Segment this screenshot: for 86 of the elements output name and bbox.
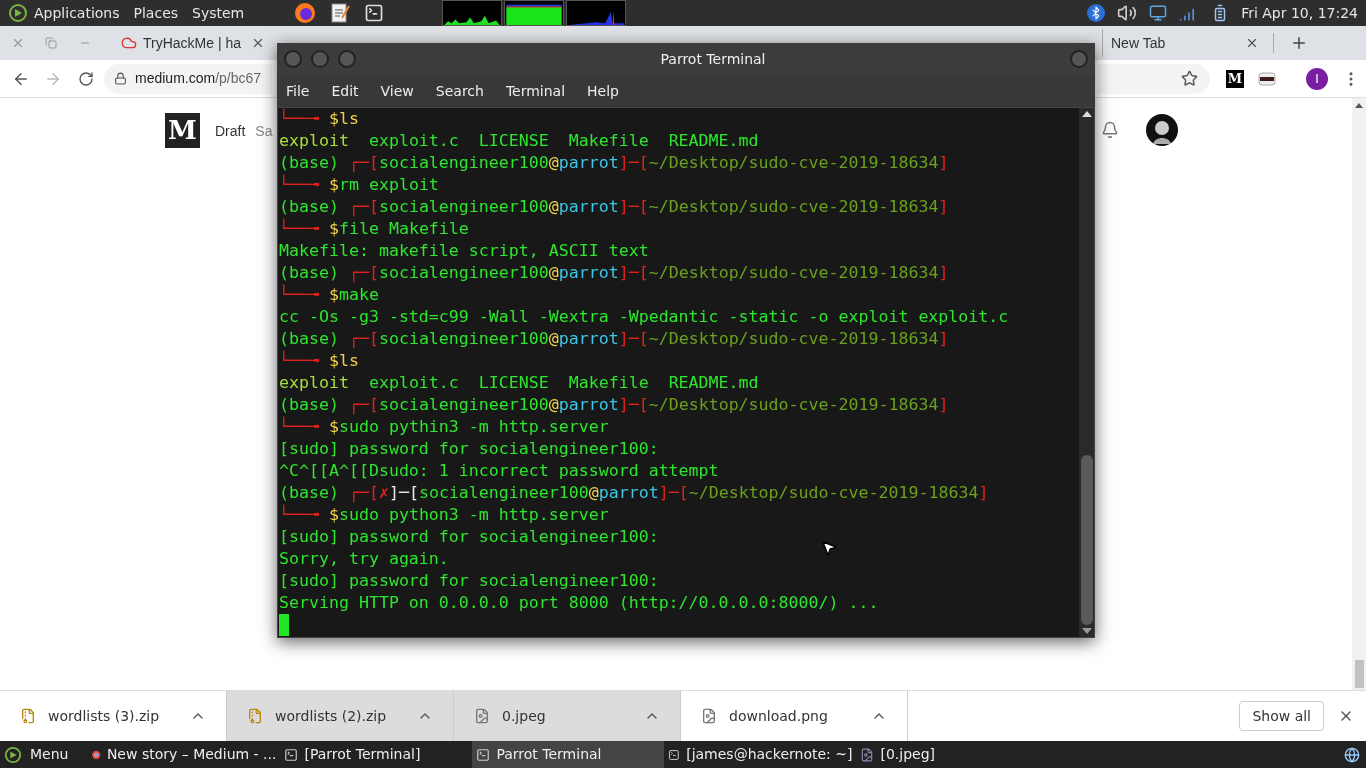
terminal-line: ^C^[[A^[[Dsudo: 1 incorrect password attempt [279, 460, 719, 482]
panel-menu[interactable]: Places [133, 2, 179, 24]
terminal-icon[interactable] [364, 3, 385, 23]
parrot-logo-icon[interactable] [8, 3, 28, 23]
draft-label: Draft [215, 122, 246, 141]
saved-label: Sa [255, 122, 273, 141]
close-tab-icon[interactable] [251, 36, 265, 50]
archive-file-icon [20, 708, 36, 724]
medium-logo[interactable]: M [165, 113, 200, 148]
mouse-pointer-icon [820, 539, 838, 557]
terminal-line: Serving HTTP on 0.0.0.0 port 8000 (http://0.0.0.0:8000/) ... [279, 592, 879, 614]
terminal-line: (base) ┌─[socialengineer100@parrot]─[~/Desktop/sudo-cve-2019-18634] [279, 328, 949, 350]
terminal-line: (base) ┌─[socialengineer100@parrot]─[~/Desktop/sudo-cve-2019-18634] [279, 152, 949, 174]
terminal-line: └──╼ $sudo pythin3 -m http.server [279, 416, 609, 438]
image-file-icon [701, 708, 717, 724]
terminal-line: [sudo] password for socialengineer100: [279, 438, 659, 460]
terminal-scrollbar[interactable] [1079, 108, 1094, 637]
panel-menu[interactable]: Applications [34, 2, 120, 24]
terminal-line: cc -Os -g3 -std=c99 -Wall -Wextra -Wpedantic -static -o exploit exploit.c [279, 306, 1009, 328]
activity-graph-icon [566, 0, 627, 26]
terminal-icon [476, 747, 491, 762]
show-all-button[interactable]: Show all [1239, 701, 1324, 731]
archive-file-icon [247, 708, 263, 724]
address-field-end[interactable] [1098, 63, 1210, 94]
menu-item[interactable]: Terminal [505, 80, 566, 102]
menu-item[interactable]: Help [587, 80, 619, 102]
text-cursor [279, 614, 289, 636]
terminal-line: └──╼ $sudo python3 -m http.server [279, 504, 609, 526]
page-scrollbar[interactable] [1352, 98, 1366, 690]
browser-tab[interactable]: TryHackMe | ha [113, 29, 273, 57]
volume-icon[interactable] [1117, 3, 1138, 23]
reload-icon[interactable] [78, 70, 94, 87]
menu-item[interactable]: Search [435, 80, 484, 102]
bookmark-star-icon[interactable] [1181, 70, 1198, 87]
firefox-icon[interactable] [294, 2, 317, 24]
terminal-line: exploit exploit.c LICENSE Makefile README.md [279, 130, 759, 152]
activity-graph-icon [504, 0, 565, 26]
terminal-line: └──╼ $ls [279, 350, 359, 372]
new-tab-icon[interactable] [1290, 34, 1308, 52]
mask-extension-icon[interactable] [1258, 71, 1276, 86]
taskbar-window[interactable]: [Parrot Terminal] [280, 741, 473, 768]
close-tab-icon[interactable] [1245, 36, 1259, 50]
cloud-icon [121, 35, 137, 51]
download-item[interactable]: wordlists (2).zip [227, 691, 454, 741]
network-icon[interactable] [1344, 746, 1360, 763]
notification-bell-icon[interactable] [1101, 121, 1119, 139]
taskbar-window[interactable]: New story – Medium - ... [88, 741, 281, 768]
terminal-line: exploit exploit.c LICENSE Makefile README.md [279, 372, 759, 394]
menu-item[interactable]: View [380, 80, 414, 102]
text-editor-icon[interactable] [330, 2, 351, 24]
panel-menu[interactable]: System [192, 2, 245, 24]
terminal-line: └──╼ $rm exploit [279, 174, 439, 196]
terminal-line: (base) ┌─[socialengineer100@parrot]─[~/Desktop/sudo-cve-2019-18634] [279, 394, 949, 416]
terminal-line: (base) ┌─[socialengineer100@parrot]─[~/Desktop/sudo-cve-2019-18634] [279, 262, 949, 284]
image-icon [860, 747, 875, 762]
image-file-icon [474, 708, 490, 724]
terminal-icon [284, 747, 299, 762]
network-icon[interactable] [1149, 4, 1168, 22]
taskbar-window[interactable]: [0.jpeg] [856, 741, 1049, 768]
menu-label[interactable]: Menu [30, 744, 69, 765]
browser-tab[interactable]: New Tab [1102, 29, 1267, 57]
activity-graph-icon [442, 0, 503, 26]
terminal-line: └──╼ $ls [279, 108, 359, 130]
profile-avatar[interactable]: I [1306, 67, 1328, 90]
terminal-line: Makefile: makefile script, ASCII text [279, 240, 649, 262]
extension-logo[interactable]: M [1226, 69, 1244, 88]
taskbar-window[interactable]: [james@hackernote: ~] [664, 741, 857, 768]
terminal-line: (base) ┌─[✗]─[socialengineer100@parrot]─[~/Desktop/sudo-cve-2019-18634] [279, 482, 989, 504]
terminal-line: [sudo] password for socialengineer100: [279, 570, 659, 592]
terminal-line: └──╼ $file Makefile [279, 218, 469, 240]
lock-icon [114, 72, 127, 85]
taskbar-window[interactable]: Parrot Terminal [472, 741, 665, 768]
menu-item[interactable]: Edit [331, 80, 359, 102]
menu-item[interactable]: File [286, 80, 310, 102]
download-item[interactable]: 0.jpeg [454, 691, 681, 741]
terminal-line: (base) ┌─[socialengineer100@parrot]─[~/Desktop/sudo-cve-2019-18634] [279, 196, 949, 218]
address-field[interactable]: medium.com/p/bc67 [104, 63, 272, 94]
terminal-line: └──╼ $make [279, 284, 379, 306]
window-title: Parrot Terminal [659, 49, 767, 69]
terminal-line: [sudo] password for socialengineer100: [279, 526, 659, 548]
clock: Fri Apr 10, 17:24 [1241, 3, 1358, 23]
terminal-line: Sorry, try again. [279, 548, 449, 570]
bluetooth-icon[interactable] [1087, 4, 1106, 22]
terminal-icon [668, 747, 681, 762]
user-avatar[interactable] [1146, 114, 1178, 146]
parrot-logo-icon[interactable] [4, 745, 22, 764]
